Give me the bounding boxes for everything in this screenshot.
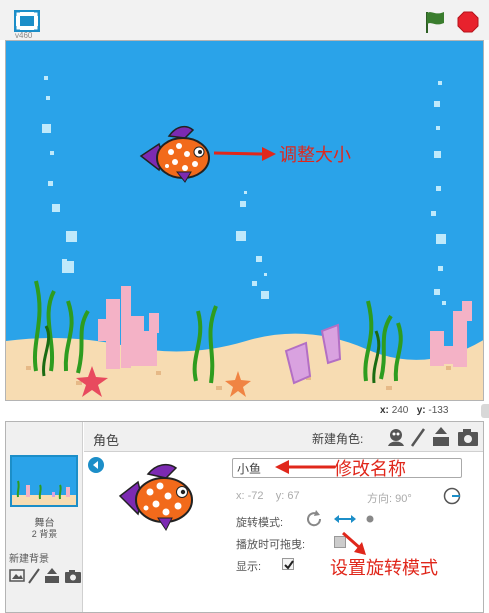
mouse-coordinates: x: 240 y: -133 (380, 405, 480, 416)
paint-brush-icon[interactable] (410, 428, 426, 447)
direction-label: 方向: (367, 493, 393, 505)
camera-icon[interactable] (65, 570, 81, 583)
sprites-header: 角色 新建角色: (84, 422, 483, 452)
sprite-panel: 舞台 2 背景 新建背景 角色 新建角色: 小鱼 x: -72 y: 67 方向… (5, 421, 484, 613)
version-label: v460 (15, 31, 33, 40)
new-sprite-tools (388, 427, 478, 447)
rotation-annotation-text: 设置旋转模式 (330, 558, 438, 579)
underwater-backdrop (6, 41, 483, 400)
sprite-direction: 方向: 90° (367, 490, 412, 506)
coord-y-value: -133 (428, 405, 449, 416)
camera-icon[interactable] (458, 429, 478, 446)
rename-annotation-arrow (275, 460, 335, 474)
draggable-label: 播放时可拖曳: (236, 539, 306, 551)
stage-toolbar: v460 (0, 0, 489, 40)
fullscreen-icon[interactable] (14, 10, 40, 32)
stage-canvas[interactable]: 调整大小 (5, 40, 484, 401)
rename-annotation-text: 修改名称 (334, 459, 406, 480)
checkmark-icon (284, 560, 294, 570)
sprite-y-value: 67 (287, 490, 300, 502)
new-sprite-label: 新建角色: (312, 432, 364, 446)
green-flag-icon[interactable] (424, 10, 446, 34)
backdrop-count: 2 背景 (31, 529, 58, 539)
stage-thumbnail-image (12, 457, 76, 505)
stage-column: 舞台 2 背景 新建背景 (6, 422, 83, 612)
dont-rotate-icon[interactable] (366, 515, 374, 523)
rotation-style-options (307, 510, 374, 527)
stop-sign-icon[interactable] (457, 11, 479, 33)
rotation-style-label: 旋转模式: (236, 517, 284, 529)
sprite-library-icon[interactable] (388, 429, 404, 446)
panel-collapse-handle[interactable] (481, 404, 489, 418)
sprite-y-label: y: (275, 490, 285, 502)
stage-thumbnail[interactable] (10, 455, 78, 507)
show-checkbox[interactable] (282, 558, 294, 570)
sprite-thumbnail (118, 463, 193, 531)
new-backdrop-tools (9, 568, 81, 584)
sprite-x-value: -72 (247, 490, 264, 502)
upload-icon[interactable] (433, 427, 449, 446)
direction-value: 90° (395, 493, 412, 505)
resize-annotation-text: 调整大小 (279, 145, 351, 166)
rotate-all-around-icon[interactable] (307, 510, 322, 527)
sprite-position: x: -72 y: 67 (236, 490, 300, 502)
show-label: 显示: (236, 561, 262, 573)
upload-icon[interactable] (45, 568, 59, 583)
sprite-x-label: x: (236, 490, 245, 502)
sprites-title: 角色 (93, 433, 120, 448)
backdrop-library-icon[interactable] (9, 569, 25, 582)
back-icon[interactable] (88, 457, 104, 473)
paint-brush-icon[interactable] (28, 568, 40, 584)
direction-dial-icon[interactable] (443, 487, 461, 505)
coord-x-label: x: (380, 405, 389, 416)
coord-x-value: 240 (391, 405, 409, 416)
new-backdrop-label: 新建背景 (9, 554, 49, 565)
coord-y-label: y: (416, 405, 426, 416)
rotation-annotation-arrow (342, 531, 366, 555)
left-right-icon[interactable] (334, 515, 356, 523)
